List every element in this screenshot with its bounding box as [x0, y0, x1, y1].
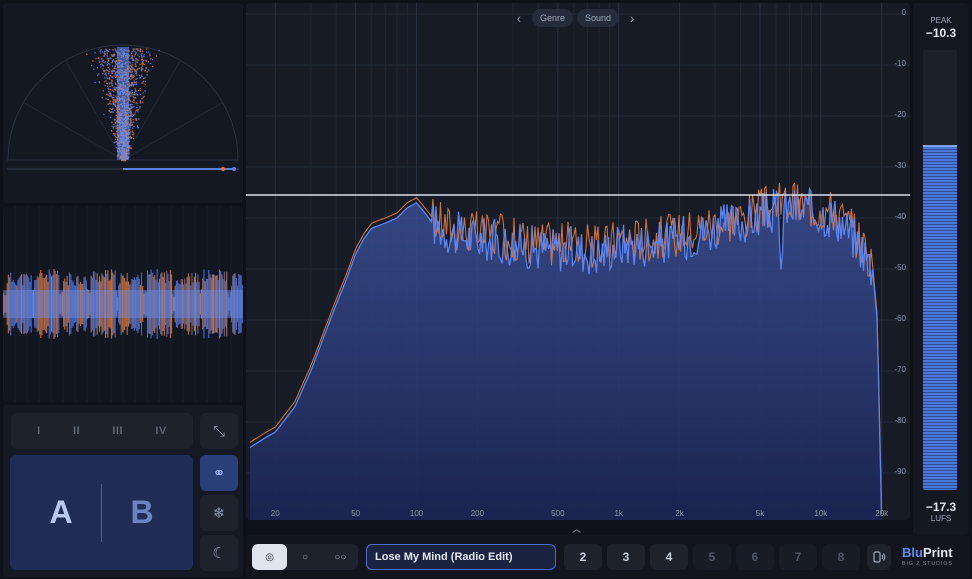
- frequency-label: 1k: [614, 509, 623, 518]
- stereo-rings-icon: ◎: [265, 551, 275, 563]
- meter-marker: [923, 144, 957, 147]
- db-label: -80: [894, 416, 906, 425]
- reference-slot-6[interactable]: 6: [736, 544, 774, 570]
- frequency-label: 200: [470, 509, 485, 518]
- speaker-icon: [873, 551, 886, 563]
- reference-slot-8[interactable]: 8: [822, 544, 860, 570]
- brand-name: BluPrint: [902, 545, 953, 560]
- frequency-label: 5k: [755, 509, 765, 518]
- section-4[interactable]: IV: [155, 425, 166, 437]
- reference-slot-4[interactable]: 4: [650, 544, 688, 570]
- db-label: -60: [894, 314, 906, 323]
- peak-value: −10.3: [925, 26, 957, 40]
- chevron-up-icon[interactable]: ︿: [572, 522, 581, 535]
- mode-dual-button[interactable]: ○○: [323, 544, 358, 570]
- brand-subtitle: BIG Z STUDIOS: [902, 561, 953, 567]
- reference-slot-7[interactable]: 7: [779, 544, 817, 570]
- collapse-button[interactable]: ⤡: [200, 413, 238, 449]
- ab-switch: A B: [10, 455, 193, 570]
- meter-track: [923, 50, 957, 490]
- loudness-meter: PEAK −10.3 −17.3 LUFS: [913, 3, 969, 535]
- channel-mode-group: ◎ ○ ○○: [252, 544, 358, 570]
- link-icon: ⚭: [212, 465, 226, 482]
- frequency-label: 2k: [675, 509, 684, 518]
- section-2[interactable]: II: [73, 425, 80, 437]
- spectrum-nav: ‹ Genre Sound ›: [510, 9, 641, 27]
- db-label: -40: [894, 212, 906, 221]
- db-label: -90: [894, 467, 906, 476]
- section-1[interactable]: I: [37, 425, 41, 437]
- db-label: -70: [894, 365, 906, 374]
- reference-track-name[interactable]: Lose My Mind (Radio Edit): [366, 544, 556, 570]
- mode-stereo-button[interactable]: ◎: [252, 544, 288, 570]
- spectrum-plot: [246, 3, 910, 520]
- chevron-right-icon[interactable]: ›: [623, 10, 641, 26]
- freeze-button[interactable]: ❄: [200, 495, 238, 531]
- lufs-value: −17.3: [925, 500, 957, 514]
- db-label: -20: [894, 110, 906, 119]
- frequency-label: 500: [551, 509, 565, 518]
- dual-rings-icon: ○○: [334, 551, 347, 563]
- mode-mono-button[interactable]: ○: [287, 544, 322, 570]
- frequency-label: 50: [351, 509, 361, 518]
- sound-button[interactable]: Sound: [577, 9, 620, 27]
- brand-blu: Blu: [902, 545, 923, 560]
- bottom-toolbar: ◎ ○ ○○ Lose My Mind (Radio Edit) 2345678…: [246, 535, 970, 577]
- db-label: -50: [894, 263, 906, 272]
- a-button[interactable]: A: [21, 494, 101, 531]
- output-device-button[interactable]: [867, 544, 891, 570]
- db-label: -30: [894, 161, 906, 170]
- control-panel: I II III IV A B ⤡ ⚭ ❄ ☾: [3, 405, 243, 577]
- db-label: 0: [901, 8, 906, 17]
- frequency-label: 20: [270, 509, 280, 518]
- genre-button[interactable]: Genre: [532, 9, 574, 27]
- dark-mode-button[interactable]: ☾: [200, 535, 238, 571]
- reference-slot-5[interactable]: 5: [693, 544, 731, 570]
- db-label: -10: [894, 59, 906, 68]
- stereo-scope: [3, 3, 243, 203]
- b-button[interactable]: B: [102, 494, 182, 531]
- plugin-window: I II III IV A B ⤡ ⚭ ❄ ☾ 0 -10 -20 -30 -40 -50…: [0, 0, 972, 579]
- reference-slot-2[interactable]: 2: [564, 544, 602, 570]
- moon-icon: ☾: [212, 545, 226, 562]
- waveform-view: [3, 206, 243, 402]
- waveform-plot: [3, 206, 243, 402]
- stereo-scope-plot: [7, 44, 239, 171]
- chevron-left-icon[interactable]: ‹: [510, 10, 528, 26]
- mono-ring-icon: ○: [301, 551, 309, 563]
- frequency-label: 20k: [875, 509, 889, 518]
- frequency-label: 100: [409, 509, 424, 518]
- section-selector: I II III IV: [11, 413, 193, 449]
- spectrum-analyzer[interactable]: 0 -10 -20 -30 -40 -50 -60 -70 -80 -90 20 50 100 200 5…: [246, 3, 910, 520]
- brand-print: Print: [922, 545, 953, 560]
- reference-slot-3[interactable]: 3: [607, 544, 645, 570]
- lufs-label: LUFS: [930, 514, 952, 523]
- frequency-label: 10k: [814, 509, 828, 518]
- peak-label: PEAK: [930, 16, 952, 25]
- link-button[interactable]: ⚭: [200, 455, 238, 491]
- spectrum-fill: [250, 188, 882, 520]
- collapse-arrows-icon: ⤡: [212, 422, 225, 440]
- meter-fill: [923, 146, 957, 490]
- section-3[interactable]: III: [112, 425, 123, 437]
- snowflake-icon: ❄: [212, 505, 226, 522]
- brand-logo: BluPrint BIG Z STUDIOS: [902, 545, 953, 567]
